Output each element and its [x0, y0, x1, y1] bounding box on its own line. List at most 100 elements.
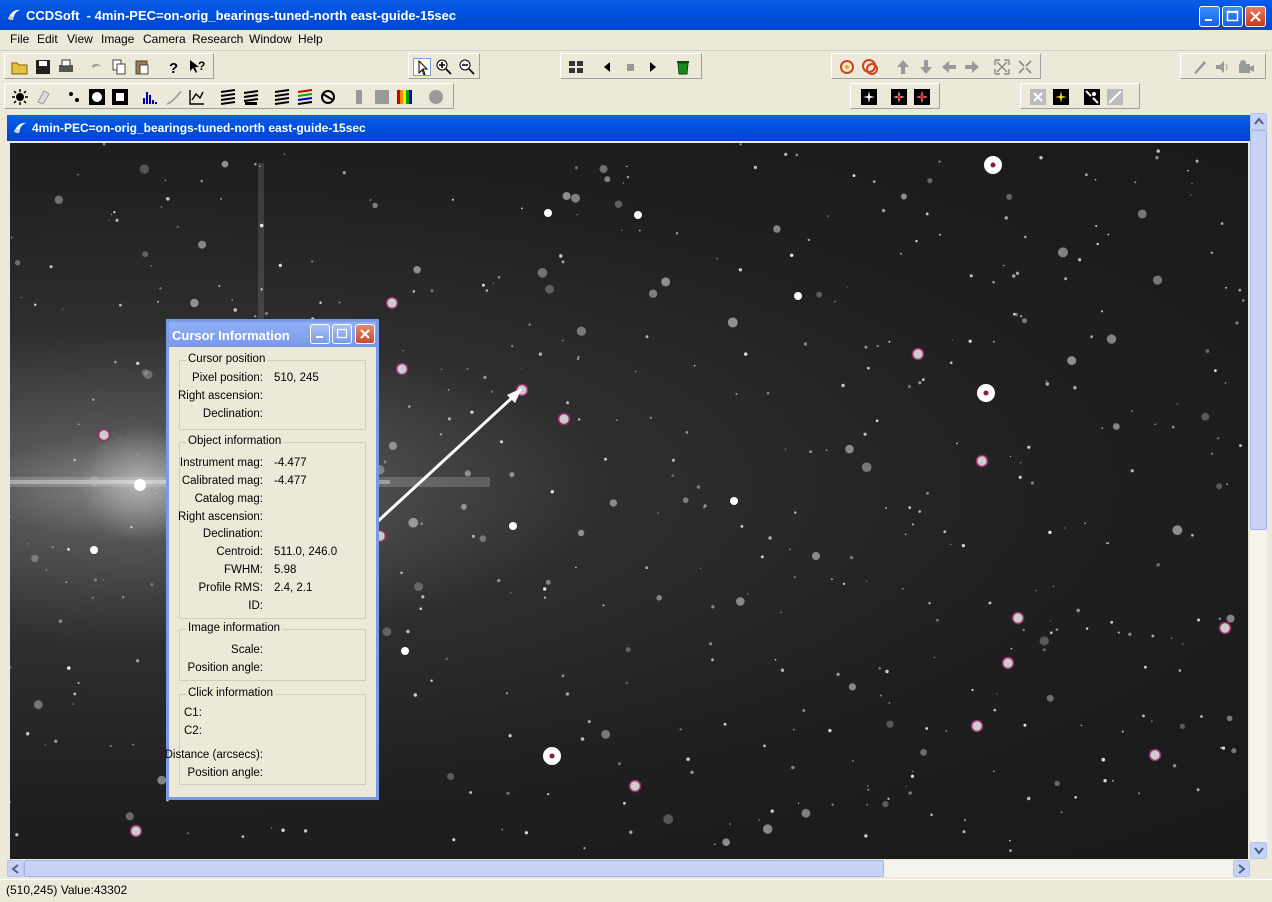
gray-strip-icon[interactable] — [350, 88, 368, 106]
dialog-maximize-button[interactable] — [332, 324, 352, 344]
menu-view[interactable]: View — [67, 32, 93, 46]
shrink-icon[interactable] — [1016, 58, 1034, 76]
faint-star — [992, 280, 995, 284]
stars-small-icon[interactable] — [65, 88, 83, 106]
menu-window[interactable]: Window — [249, 32, 292, 46]
camera-icon[interactable] — [1237, 58, 1255, 76]
faint-star — [575, 566, 577, 569]
dialog-title: Cursor Information — [172, 328, 290, 343]
faint-star — [888, 702, 890, 704]
maximize-button[interactable] — [1222, 6, 1243, 27]
save-icon[interactable] — [34, 58, 52, 76]
faint-star — [260, 288, 263, 291]
star-red-icon[interactable] — [913, 88, 931, 106]
faint-star — [1010, 455, 1012, 458]
clear-overlay-icon[interactable] — [1029, 88, 1047, 106]
curve-icon[interactable] — [165, 88, 183, 106]
paste-icon[interactable] — [133, 58, 151, 76]
faint-star — [254, 315, 257, 318]
click-information-group: Click information C1: C2: Distance (arcs… — [165, 687, 366, 785]
color-combine-icon[interactable] — [296, 88, 314, 106]
faint-star — [109, 745, 112, 748]
previous-icon[interactable] — [598, 58, 616, 76]
rotate-stack-icon[interactable] — [319, 88, 337, 106]
copy-icon[interactable] — [110, 58, 128, 76]
sound-icon[interactable] — [1214, 58, 1232, 76]
star-inverted-icon[interactable] — [111, 88, 129, 106]
stack-icon[interactable] — [219, 88, 237, 106]
faint-star — [739, 143, 742, 146]
star-cursor-icon[interactable] — [1083, 88, 1101, 106]
faint-star — [408, 405, 411, 408]
horizontal-scroll-thumb[interactable] — [24, 860, 884, 877]
arrow-up-icon[interactable] — [894, 58, 912, 76]
combine-icon[interactable] — [273, 88, 291, 106]
next-icon[interactable] — [644, 58, 662, 76]
faint-star — [1090, 335, 1093, 339]
stop-icon[interactable] — [621, 58, 639, 76]
image-window-title-bar[interactable]: 4min-PEC=on-orig_bearings-tuned-north ea… — [7, 115, 1251, 141]
faint-star — [711, 605, 715, 609]
star — [816, 291, 823, 298]
marked-star — [385, 296, 399, 310]
faint-star — [67, 666, 71, 670]
scroll-down-button[interactable] — [1250, 842, 1267, 859]
mirror-icon[interactable] — [861, 58, 879, 76]
horizontal-scrollbar[interactable] — [7, 860, 1250, 877]
app-title-bar[interactable]: CCDSoft - 4min-PEC=on-orig_bearings-tune… — [0, 0, 1272, 30]
brightness-icon[interactable] — [11, 88, 29, 106]
faint-star — [926, 492, 929, 495]
measure-icon[interactable] — [1106, 88, 1124, 106]
minimize-button[interactable] — [1199, 6, 1220, 27]
menu-research[interactable]: Research — [192, 32, 243, 46]
dialog-minimize-button[interactable] — [310, 324, 330, 344]
stars-large-icon[interactable] — [88, 88, 106, 106]
undo-icon[interactable] — [87, 58, 105, 76]
color-palette-icon[interactable] — [396, 88, 414, 106]
print-icon[interactable] — [57, 58, 75, 76]
scroll-left-button[interactable] — [7, 860, 24, 877]
stack-align-icon[interactable] — [242, 88, 260, 106]
menu-image[interactable]: Image — [101, 32, 134, 46]
pen-icon[interactable] — [1191, 58, 1209, 76]
expand-icon[interactable] — [993, 58, 1011, 76]
faint-star — [1101, 757, 1106, 762]
star-mark-icon[interactable] — [890, 88, 908, 106]
vertical-scroll-thumb[interactable] — [1250, 130, 1267, 530]
zoom-in-icon[interactable] — [435, 58, 453, 76]
gray-block-icon[interactable] — [373, 88, 391, 106]
arrow-right-icon[interactable] — [963, 58, 981, 76]
eraser-icon[interactable] — [34, 88, 52, 106]
dialog-close-button[interactable] — [355, 324, 375, 344]
arrow-down-icon[interactable] — [917, 58, 935, 76]
scroll-up-button[interactable] — [1250, 113, 1267, 130]
close-button[interactable] — [1245, 6, 1266, 27]
open-folder-icon[interactable] — [11, 58, 29, 76]
faint-star — [1121, 730, 1124, 733]
zoom-out-icon[interactable] — [458, 58, 476, 76]
select-pointer-icon[interactable] — [413, 58, 431, 76]
menu-edit[interactable]: Edit — [37, 32, 58, 46]
vertical-scrollbar[interactable] — [1250, 113, 1267, 859]
circle-mask-icon[interactable] — [427, 88, 445, 106]
toolbar-row-1: ? ? — [0, 51, 1272, 81]
faint-star — [1004, 216, 1008, 220]
arrow-left-icon[interactable] — [940, 58, 958, 76]
graph-icon[interactable] — [188, 88, 206, 106]
cursor-information-title-bar[interactable]: Cursor Information — [169, 322, 376, 347]
scroll-right-button[interactable] — [1233, 860, 1250, 877]
star-yellow-icon[interactable] — [1052, 88, 1070, 106]
histogram-icon[interactable] — [142, 88, 160, 106]
faint-star — [1101, 310, 1103, 313]
star-find-icon[interactable] — [860, 88, 878, 106]
trash-icon[interactable] — [674, 58, 692, 76]
context-help-icon[interactable]: ? — [188, 58, 206, 76]
menu-help[interactable]: Help — [298, 32, 323, 46]
faint-star — [1218, 617, 1221, 620]
help-icon[interactable]: ? — [165, 58, 183, 76]
cursor-information-dialog[interactable]: Cursor Information Cursor position Pixel… — [165, 319, 379, 800]
menu-file[interactable]: File — [10, 32, 29, 46]
menu-camera[interactable]: Camera — [143, 32, 186, 46]
rotate-icon[interactable] — [838, 58, 856, 76]
tile-windows-icon[interactable] — [567, 58, 585, 76]
